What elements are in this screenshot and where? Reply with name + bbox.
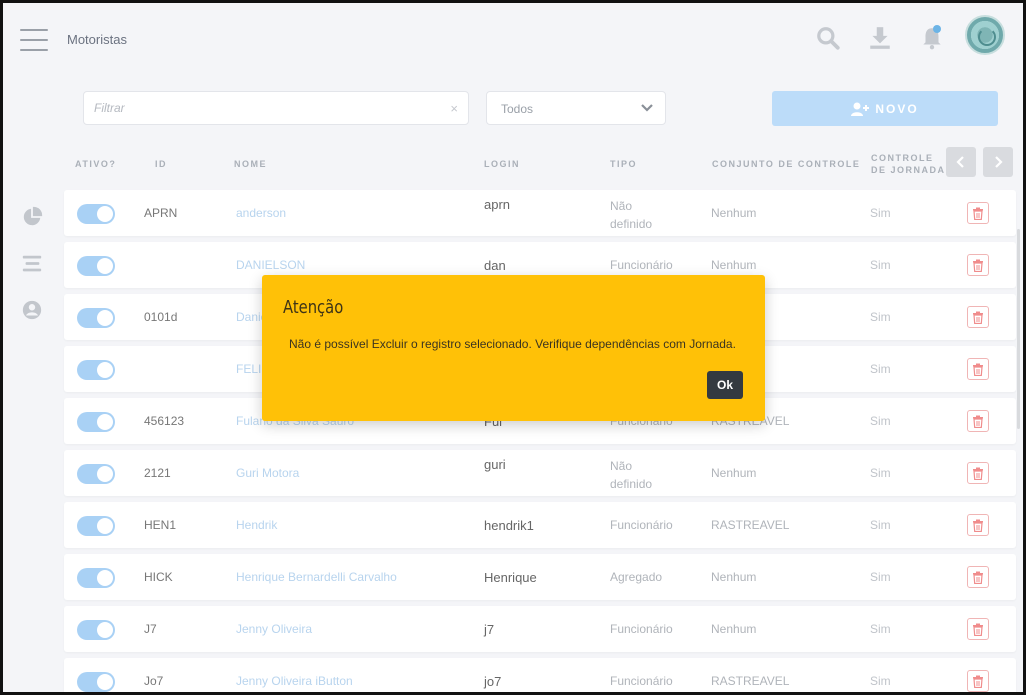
alert-dialog: Atenção Não é possível Excluir o registr… — [262, 275, 765, 421]
app-frame: Motoristas × Todos NOVO ATIVO? ID NO — [3, 3, 1023, 692]
dialog-title: Atenção — [283, 297, 344, 318]
ok-button[interactable]: Ok — [707, 371, 743, 399]
dialog-message: Não é possível Excluir o registro seleci… — [289, 337, 736, 351]
